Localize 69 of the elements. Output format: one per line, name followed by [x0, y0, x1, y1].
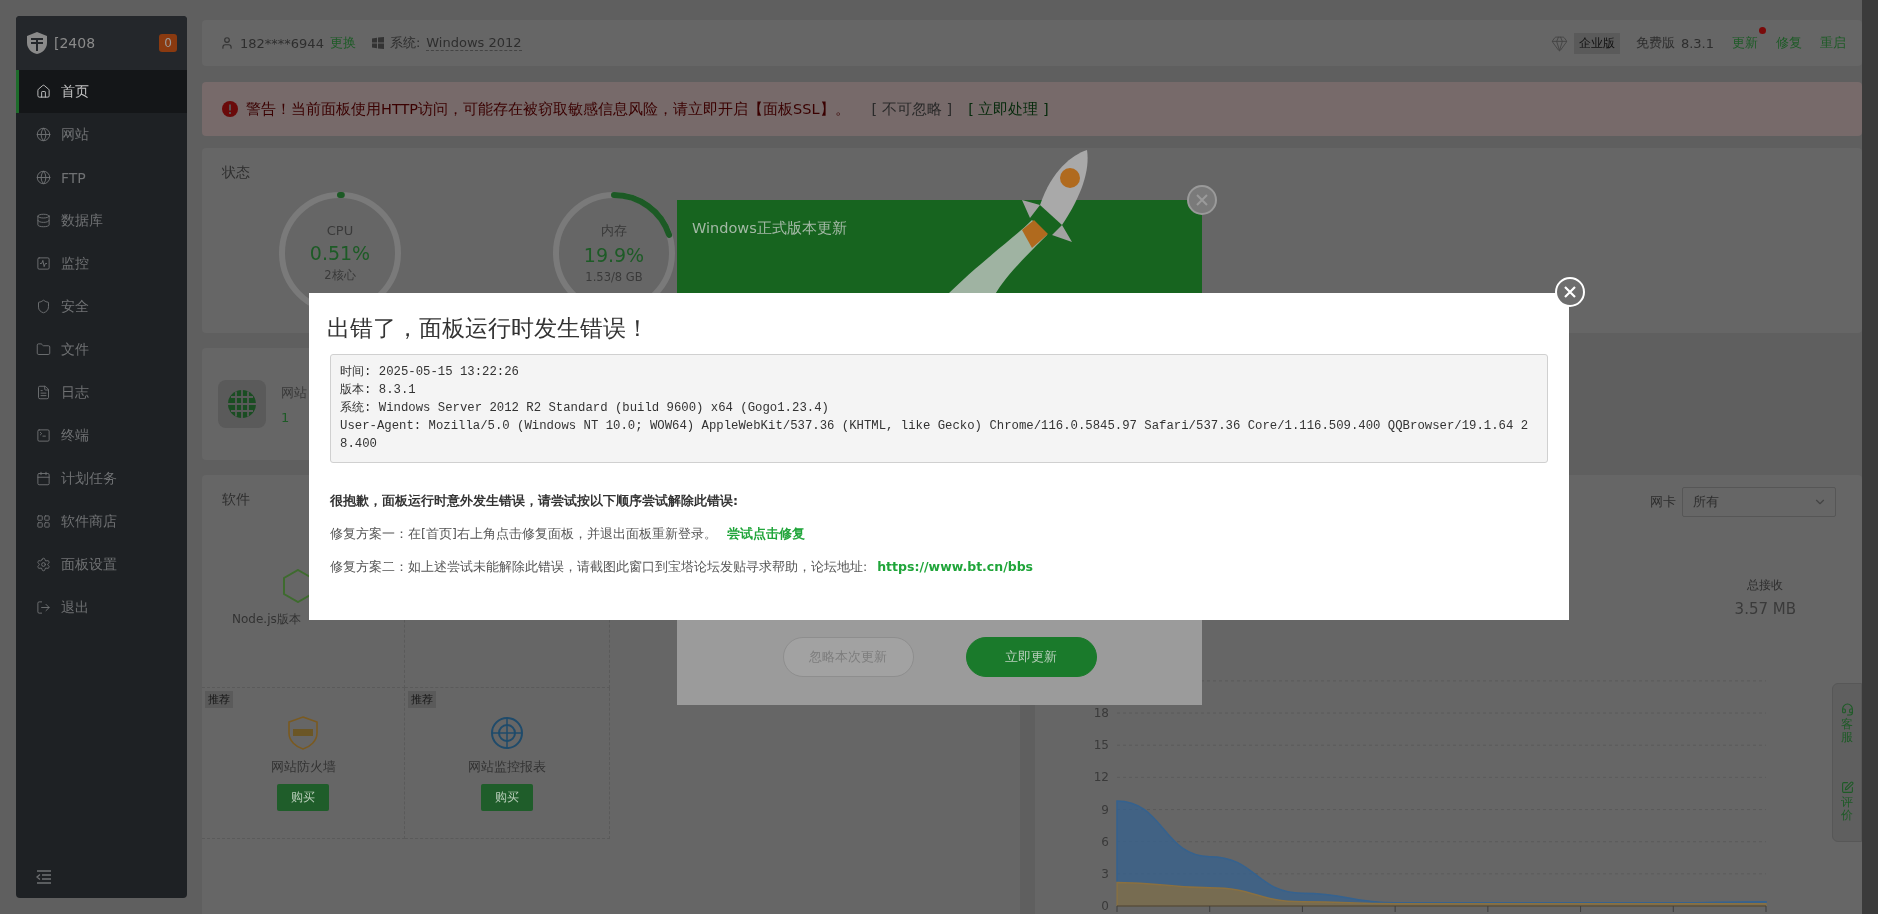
globe-icon: [36, 170, 51, 185]
logo-icon: [26, 31, 48, 55]
buy-button[interactable]: 购买: [277, 783, 329, 811]
close-icon: [1563, 285, 1577, 299]
warning-text: 警告！当前面板使用HTTP访问，可能存在被窃取敏感信息风险，请立即开启【面板SSL】。: [246, 99, 850, 119]
ignore-label: [ 不可忽略 ]: [871, 99, 953, 119]
sidebar-item[interactable]: 软件商店: [16, 500, 187, 543]
home-icon: [36, 84, 51, 99]
user-phone: 182****6944: [240, 35, 324, 51]
sidebar-item[interactable]: 安全: [16, 285, 187, 328]
alert-icon: [222, 101, 238, 117]
collapse-icon: [36, 870, 52, 884]
terminal-icon: [36, 428, 51, 443]
dialog-title: Windows正式版本更新: [692, 220, 847, 236]
document-icon: [36, 385, 51, 400]
sidebar-item[interactable]: 计划任务: [16, 457, 187, 500]
apology-text: 很抱歉，面板运行时意外发生错误，请尝试按以下顺序尝试解除此错误:: [330, 493, 739, 510]
detail-line: User-Agent: Mozilla/5.0 (Windows NT 10.0; WOW64) AppleWebKit/537.36 (KHTML, like Gecko) Chrome/116.0.5845.97 Safari/537.36 Core/1.116.509.400 QQBrowser/19.1.64 28.400: [340, 418, 1530, 453]
detail-line: 时间: 2025-05-15 13:22:26: [340, 364, 520, 381]
count-badge: 0: [159, 34, 177, 52]
error-title: 出错了，面板运行时发生错误！: [327, 314, 650, 343]
fix-link[interactable]: 尝试点击修复: [726, 526, 805, 541]
chart-icon: [36, 256, 51, 271]
user-icon: [220, 36, 234, 50]
sidebar-item[interactable]: 监控: [16, 242, 187, 285]
folder-icon: [36, 342, 51, 357]
recommend-tag: 推荐: [408, 691, 436, 708]
server-name: [2408: [54, 35, 97, 51]
buy-button[interactable]: 购买: [481, 783, 533, 811]
scrollbar[interactable]: [1862, 0, 1878, 914]
fix-link[interactable]: https://www.bt.cn/bbs: [877, 559, 1034, 574]
close-icon: [1195, 193, 1209, 207]
edit-icon: [1840, 781, 1854, 795]
sidebar-item[interactable]: FTP: [16, 156, 187, 199]
detail-line: 版本: 8.3.1: [340, 382, 417, 399]
edition-badge: 企业版: [1573, 32, 1620, 54]
sites-count: 1: [281, 409, 291, 425]
gauge-value: 19.9%: [583, 244, 645, 266]
database-icon: [36, 213, 51, 228]
target-icon: [490, 715, 524, 750]
system-name: Windows 2012: [426, 35, 522, 51]
dialog-button[interactable]: 立即更新: [965, 637, 1097, 677]
sidebar-item[interactable]: 退出: [16, 586, 187, 629]
sidebar-item[interactable]: 日志: [16, 371, 187, 414]
detail-line: 系统: Windows Server 2012 R2 Standard (build 9600) x64 (Gogo1.23.4): [340, 400, 830, 417]
logout-icon: [36, 600, 51, 615]
grid-icon: [36, 514, 51, 529]
diamond-icon: [1550, 34, 1568, 52]
settings-icon: [36, 557, 51, 572]
sidebar-item[interactable]: 网站: [16, 113, 187, 156]
windows-icon: [371, 37, 384, 49]
globe-icon: [218, 380, 266, 428]
shield-icon: [288, 715, 318, 750]
sidebar-item[interactable]: 数据库: [16, 199, 187, 242]
version-label: 8.3.1: [1680, 35, 1714, 51]
gauge-value: 0.51%: [309, 242, 371, 264]
fix-text: 修复方案一：在[首页]右上角点击修复面板，并退出面板重新登录。: [330, 526, 717, 541]
sidebar-item[interactable]: 首页: [16, 70, 187, 113]
sidebar-item[interactable]: 文件: [16, 328, 187, 371]
fix-now-link[interactable]: [ 立即处理 ]: [968, 99, 1049, 119]
shield-icon: [36, 299, 51, 314]
calendar-icon: [36, 471, 51, 486]
sidebar-item[interactable]: 面板设置: [16, 543, 187, 586]
sidebar-item[interactable]: 终端: [16, 414, 187, 457]
recommend-tag: 推荐: [205, 691, 233, 708]
globe-icon: [36, 127, 51, 142]
section-title: 软件: [222, 491, 250, 509]
headset-icon: [1840, 702, 1854, 716]
fix-text: 修复方案二：如上述尝试未能解除此错误，请截图此窗口到宝塔论坛发贴寻求帮助，论坛地址:: [330, 559, 868, 574]
